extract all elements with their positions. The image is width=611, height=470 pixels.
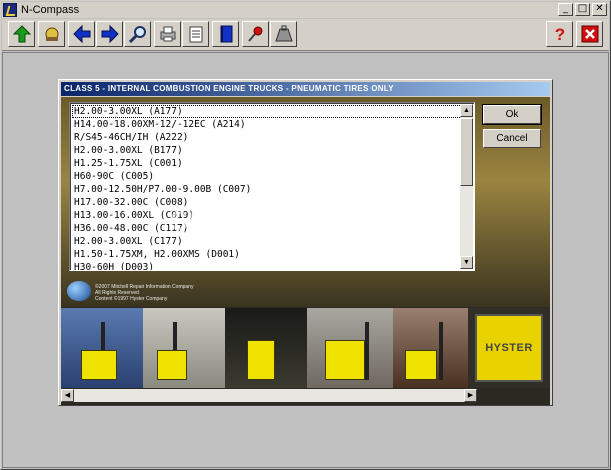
notes-button[interactable]	[182, 21, 209, 47]
horizontal-scrollbar[interactable]: ◀ ▶	[61, 389, 477, 402]
horizontal-scroll-track[interactable]	[74, 389, 464, 402]
list-item[interactable]: H60-90C (C005)	[72, 170, 462, 183]
app-logo-icon	[3, 3, 17, 17]
globe-icon	[67, 281, 91, 301]
wrench-icon	[45, 27, 58, 41]
scroll-up-button[interactable]: ▲	[460, 104, 473, 117]
hyster-logo-tile: HYSTER	[468, 308, 550, 388]
book-icon	[220, 25, 232, 43]
window-title: N-Compass	[21, 4, 80, 16]
up-arrow-icon	[12, 25, 31, 43]
close-window-button[interactable]: ✕	[592, 3, 607, 16]
scroll-down-button[interactable]: ▼	[460, 256, 473, 269]
weight-button[interactable]	[270, 21, 297, 47]
list-item[interactable]: H14.00-18.00XM-12/-12EC (A214)	[72, 118, 462, 131]
scroll-right-button[interactable]: ▶	[464, 389, 477, 402]
svg-text:?: ?	[554, 25, 564, 44]
forklift-photo	[393, 308, 468, 388]
bookmark-button[interactable]	[242, 21, 269, 47]
watermark-text: Store No: 1907068	[170, 206, 405, 236]
forklift-photo-strip: HYSTER	[61, 308, 550, 388]
model-listbox[interactable]: H2.00-3.00XL (A177) H14.00-18.00XM-12/-12…	[69, 102, 475, 271]
scroll-left-button[interactable]: ◀	[61, 389, 74, 402]
printer-icon	[160, 26, 175, 42]
toolbar: ?	[2, 19, 609, 51]
help-icon: ?	[554, 25, 564, 44]
list-item[interactable]: H30-60H (D003)	[72, 261, 462, 270]
hyster-logo: HYSTER	[475, 314, 543, 382]
list-item[interactable]: H1.25-1.75XL (C001)	[72, 157, 462, 170]
copyright-line: Content ©1997 Hyster Company	[95, 296, 168, 302]
copyright-text: ©2007 Mitchell Repair Information Compan…	[95, 284, 193, 302]
search-icon	[128, 26, 146, 44]
back-button[interactable]	[68, 21, 95, 47]
list-item[interactable]: R/S45-46CH/IH (A222)	[72, 131, 462, 144]
exit-button[interactable]	[576, 21, 603, 47]
forklift-photo	[61, 308, 143, 388]
book-button[interactable]	[212, 21, 239, 47]
list-item[interactable]: H1.50-1.75XM, H2.00XMS (D001)	[72, 248, 462, 261]
pushpin-icon	[247, 26, 262, 42]
title-bar[interactable]: N-Compass _ □ ✕	[2, 2, 609, 18]
forklift-photo	[307, 308, 393, 388]
tools-button[interactable]	[38, 21, 65, 47]
forward-button[interactable]	[96, 21, 123, 47]
window-controls: _ □ ✕	[558, 3, 607, 16]
weight-icon	[274, 25, 293, 42]
notepad-icon	[189, 26, 202, 43]
forklift-photo	[225, 308, 307, 388]
search-button[interactable]	[124, 21, 151, 47]
arrow-left-icon	[72, 24, 90, 44]
ok-button[interactable]: Ok	[482, 104, 542, 125]
model-list: H2.00-3.00XL (A177) H14.00-18.00XM-12/-12…	[72, 105, 462, 270]
print-button[interactable]	[154, 21, 181, 47]
arrow-right-icon	[101, 24, 119, 44]
up-level-button[interactable]	[8, 21, 35, 47]
close-icon	[581, 25, 598, 43]
minimize-button[interactable]: _	[558, 3, 573, 16]
forklift-photo	[143, 308, 225, 388]
help-button[interactable]: ?	[546, 21, 573, 47]
maximize-button[interactable]: □	[575, 3, 590, 16]
scroll-thumb[interactable]	[460, 118, 473, 186]
list-item[interactable]: H7.00-12.50H/P7.00-9.00B (C007)	[72, 183, 462, 196]
model-selection-dialog: CLASS 5 - INTERNAL COMBUSTION ENGINE TRU…	[58, 79, 553, 406]
list-item[interactable]: H2.00-3.00XL (B177)	[72, 144, 462, 157]
cancel-button[interactable]: Cancel	[483, 129, 541, 148]
list-item[interactable]: H2.00-3.00XL (A177)	[72, 105, 462, 118]
dialog-title: CLASS 5 - INTERNAL COMBUSTION ENGINE TRU…	[61, 82, 550, 96]
dialog-banner: H2.00-3.00XL (A177) H14.00-18.00XM-12/-12…	[61, 97, 550, 405]
list-vertical-scrollbar[interactable]: ▲ ▼	[460, 104, 473, 269]
